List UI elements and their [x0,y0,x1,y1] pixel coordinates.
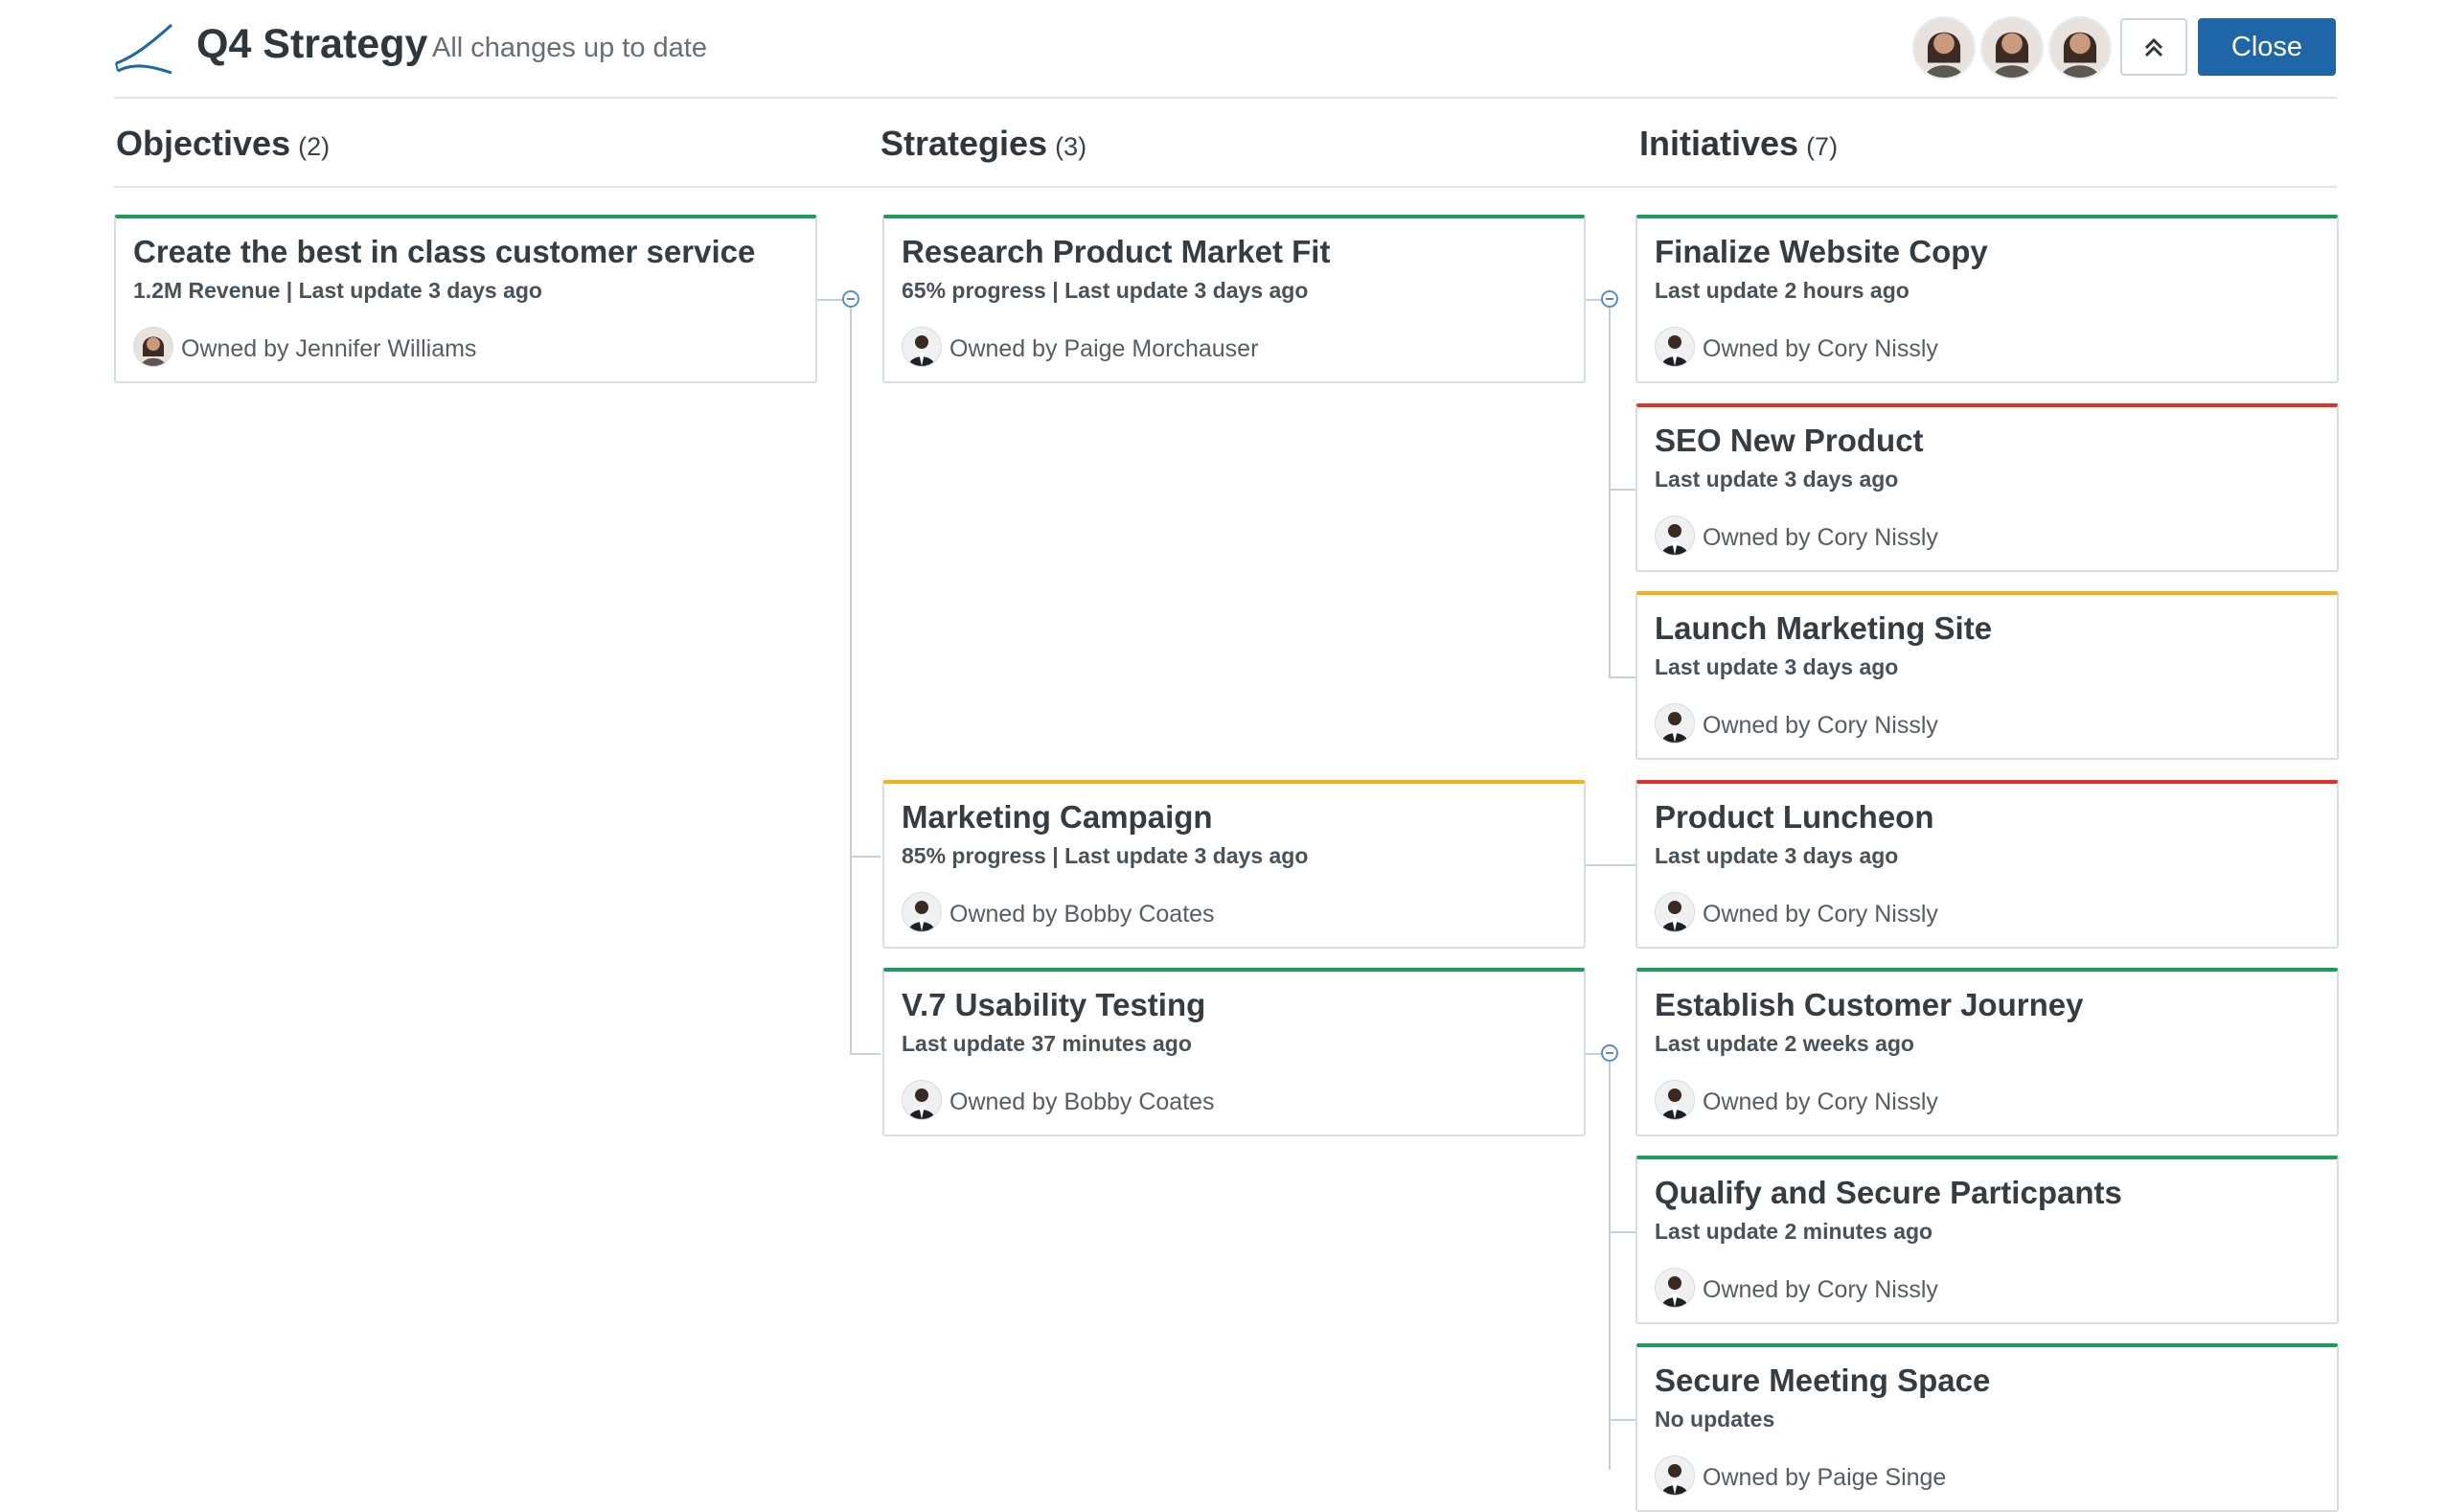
card-owner: Owned by Paige Singe [1703,1464,1947,1491]
connector-line [1609,1062,1611,1470]
card-owner: Owned by Bobby Coates [949,1088,1215,1115]
user-avatar-icon [1656,1081,1694,1119]
connector-line [850,308,852,1055]
card-owner: Owned by Cory Nissly [1703,335,1938,362]
card-title: Finalize Website Copy [1655,234,1988,269]
user-avatar-icon [1656,516,1694,555]
user-avatar-icon [1656,893,1694,931]
owner-avatar [133,327,173,367]
user-avatar-icon [2050,18,2110,78]
column-headers: Objectives (2) Strategies (3) Initiatives(… [114,97,2337,188]
card-title: Marketing Campaign [902,799,1213,835]
collapse-node-icon[interactable] [842,290,859,308]
user-avatar-icon [1914,18,1974,78]
owner-avatar [1655,1455,1695,1496]
avatar[interactable] [1980,16,2044,80]
column-header-objectives: Objectives (2) [116,124,330,164]
connector-line [1609,308,1611,677]
initiative-card[interactable]: Qualify and Secure Particpants Last upda… [1635,1156,2339,1324]
card-title: Launch Marketing Site [1655,610,1993,646]
top-bar: Q4 Strategy All changes up to date Close [114,0,2337,99]
strategy-card[interactable]: Research Product Market Fit 65% progress… [882,215,1586,383]
card-meta: 85% progress | Last update 3 days ago [902,843,1309,868]
user-avatar-icon [1656,328,1694,366]
column-label: Strategies [880,124,1048,163]
connector-line [850,856,880,858]
card-title: V.7 Usability Testing [902,987,1206,1022]
column-count: (2) [298,132,331,161]
card-meta: 65% progress | Last update 3 days ago [902,278,1309,303]
app-logo-icon [115,23,173,75]
card-title: Secure Meeting Space [1655,1363,1991,1398]
initiative-card[interactable]: Secure Meeting Space No updates Owned by… [1635,1343,2339,1512]
card-title: Research Product Market Fit [902,234,1331,269]
owner-avatar [902,327,942,367]
owner-avatar [902,1080,942,1120]
double-chevron-up-icon [2144,37,2163,57]
card-owner: Owned by Bobby Coates [949,901,1215,928]
card-meta: Last update 3 days ago [1655,467,1899,492]
card-owner: Owned by Cory Nissly [1703,712,1938,739]
card-owner: Owned by Jennifer Williams [181,335,477,362]
objective-card[interactable]: Create the best in class customer servic… [114,215,817,383]
initiative-card[interactable]: Finalize Website Copy Last update 2 hour… [1635,215,2339,383]
card-owner: Owned by Cory Nissly [1703,901,1938,928]
column-header-initiatives: Initiatives (7) [1639,124,1838,164]
close-button[interactable]: Close [2198,18,2336,76]
connector-line [1583,864,1640,866]
user-avatar-icon [134,328,172,366]
owner-avatar [1655,703,1695,744]
save-status: All changes up to date [432,33,707,63]
column-label: Initiatives [1639,124,1799,163]
user-avatar-icon [1656,1456,1694,1495]
column-label: Objectives [116,124,291,163]
initiative-card[interactable]: Product Luncheon Last update 3 days ago … [1635,780,2339,949]
avatar[interactable] [1912,16,1976,80]
initiative-card[interactable]: Launch Marketing Site Last update 3 days… [1635,591,2339,760]
card-meta: Last update 2 minutes ago [1655,1219,1933,1244]
user-avatar-icon [903,1081,941,1119]
collapse-button[interactable] [2120,18,2187,76]
column-count: (7) [1806,132,1839,161]
initiative-card[interactable]: SEO New Product Last update 3 days ago O… [1635,403,2339,572]
card-meta: 1.2M Revenue | Last update 3 days ago [133,278,542,303]
card-meta: Last update 3 days ago [1655,843,1899,868]
card-meta: No updates [1655,1407,1775,1432]
owner-avatar [1655,1080,1695,1120]
page-title: Q4 Strategy [196,21,428,67]
user-avatar-icon [1656,704,1694,743]
card-title: Establish Customer Journey [1655,987,2084,1022]
card-title: SEO New Product [1655,423,1924,458]
strategy-card[interactable]: V.7 Usability Testing Last update 37 min… [882,968,1586,1136]
collapse-node-icon[interactable] [1601,1044,1618,1062]
card-meta: Last update 2 weeks ago [1655,1031,1914,1056]
card-title: Product Luncheon [1655,799,1934,835]
owner-avatar [1655,1268,1695,1308]
user-avatar-icon [1656,1269,1694,1307]
initiative-card[interactable]: Establish Customer Journey Last update 2… [1635,968,2339,1136]
card-owner: Owned by Paige Morchauser [949,335,1259,362]
card-owner: Owned by Cory Nissly [1703,524,1938,551]
user-avatar-icon [903,893,941,931]
strategy-card[interactable]: Marketing Campaign 85% progress | Last u… [882,780,1586,949]
user-avatar-icon [1982,18,2042,78]
card-meta: Last update 2 hours ago [1655,278,1910,303]
card-title: Qualify and Secure Particpants [1655,1175,2122,1210]
card-meta: Last update 37 minutes ago [902,1031,1192,1056]
collapse-node-icon[interactable] [1601,290,1618,308]
owner-avatar [902,892,942,932]
connector-line [850,1053,880,1055]
owner-avatar [1655,327,1695,367]
owner-avatar [1655,892,1695,932]
user-avatar-icon [903,328,941,366]
column-count: (3) [1055,132,1087,161]
column-header-strategies: Strategies (3) [880,124,1086,164]
card-title: Create the best in class customer servic… [133,234,756,269]
card-owner: Owned by Cory Nissly [1703,1276,1938,1303]
card-owner: Owned by Cory Nissly [1703,1088,1938,1115]
owner-avatar [1655,515,1695,556]
card-meta: Last update 3 days ago [1655,654,1899,679]
avatar[interactable] [2048,16,2112,80]
